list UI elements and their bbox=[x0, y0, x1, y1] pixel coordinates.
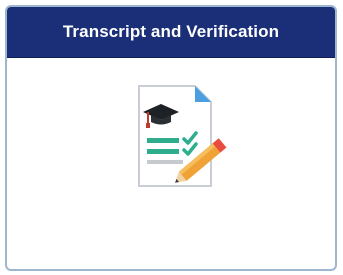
tile-body bbox=[7, 58, 335, 269]
transcript-document-pencil-icon bbox=[138, 85, 227, 187]
tile-header: Transcript and Verification bbox=[7, 7, 335, 58]
transcript-verification-tile[interactable]: Transcript and Verification bbox=[5, 5, 337, 271]
tile-title: Transcript and Verification bbox=[62, 22, 280, 41]
